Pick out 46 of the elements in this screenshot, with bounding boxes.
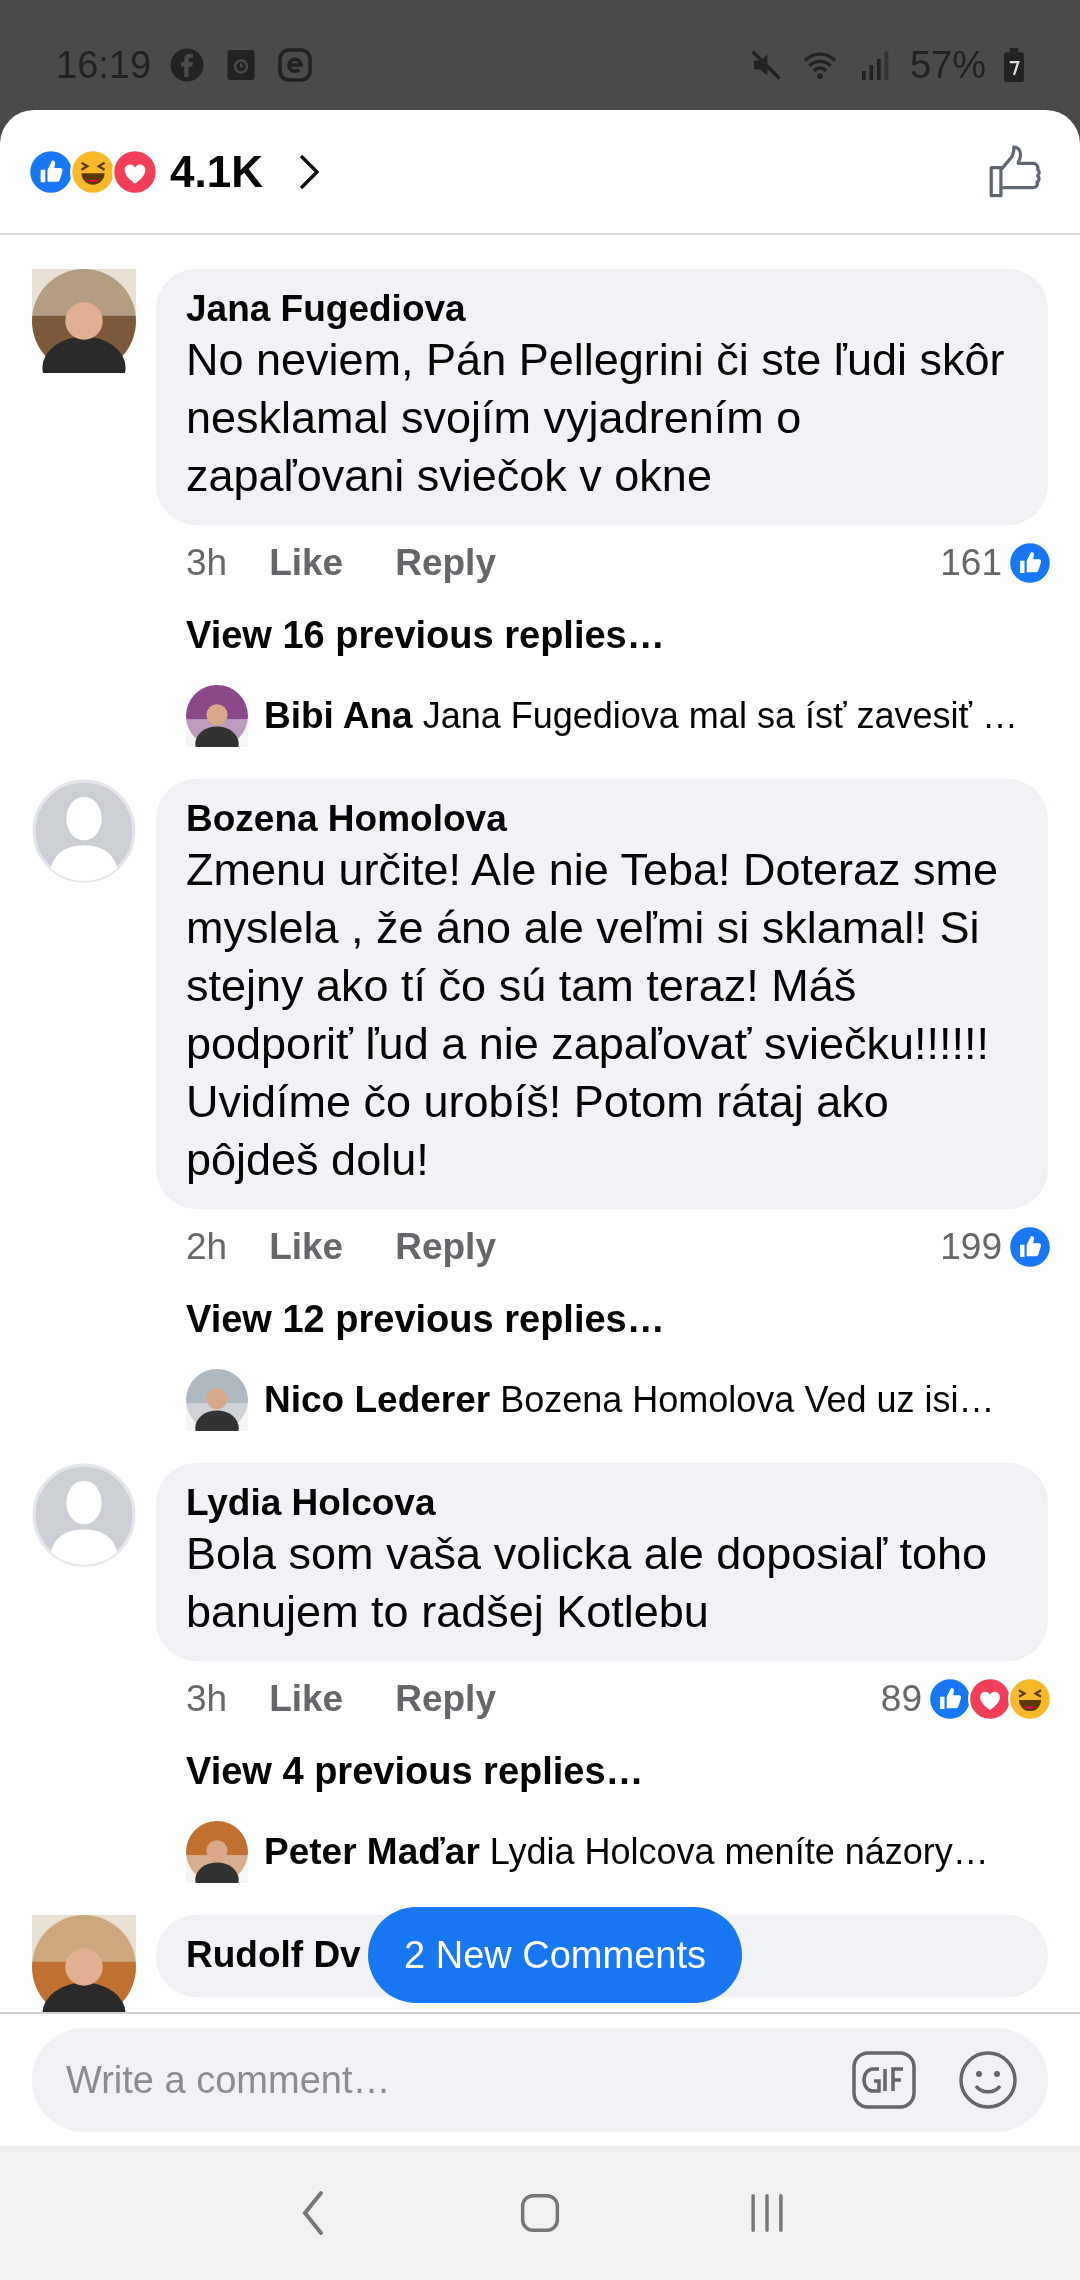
comment-time: 3h (186, 1678, 228, 1720)
comment-text: No neviem, Pán Pellegrini či ste ľudi skôr nesklamal svojím vyjadrením o zapaľovani sviečok v okne (186, 333, 1006, 503)
comment-time: 3h (186, 542, 228, 584)
emoji-icon[interactable] (958, 2050, 1018, 2110)
reply-preview[interactable]: Jana Fugediova mal sa ísť zavesiť … (422, 695, 1018, 737)
like-reaction-icon (28, 148, 74, 195)
like-link[interactable]: Like (269, 1678, 344, 1720)
like-reaction-icon (1008, 541, 1052, 585)
author-name[interactable]: Bozena Homolova (186, 797, 507, 841)
thumbs-up-icon[interactable] (988, 143, 1044, 200)
new-comments-button[interactable]: 2 New Comments (368, 1907, 742, 2003)
reply-author[interactable]: Peter Maďar (264, 1831, 480, 1873)
like-reaction-icon (928, 1677, 972, 1721)
reply-link[interactable]: Reply (395, 1226, 496, 1268)
like-link[interactable]: Like (269, 1226, 344, 1268)
author-name[interactable]: Jana Fugediova (186, 287, 466, 331)
view-replies-link[interactable]: View 16 previous replies… (156, 613, 665, 657)
reply-author[interactable]: Bibi Ana (264, 695, 413, 737)
comment-field[interactable]: Write a comment… (32, 2028, 1048, 2132)
facebook-icon (169, 47, 206, 83)
author-name[interactable]: Rudolf Dv (186, 1933, 361, 1977)
comment-text: Bola som vaša volicka ale doposiaľ toho banujem to radšej Kotlebu (186, 1527, 989, 1639)
reply-link[interactable]: Reply (395, 1678, 496, 1720)
reaction-count[interactable]: 161 (940, 542, 1002, 584)
author-name[interactable]: Lydia Holcova (186, 1481, 436, 1525)
comment-text: Zmenu určite! Ale nie Teba! Doteraz sme myslela , že áno ale veľmi si sklamal! Si stejny ako tí čo sú tam teraz! Máš podporiť ľud a nie zapaľovať sviečku!!!!!! Uvidíme čo urobíš! Potom rátaj ako pôjdeš dolu! (186, 843, 1000, 1187)
view-replies-link[interactable]: View 12 previous replies… (156, 1297, 665, 1341)
like-reaction-icon (1008, 1225, 1052, 1269)
reply-link[interactable]: Reply (395, 542, 496, 584)
heart-reaction-icon (112, 148, 158, 195)
reaction-count[interactable]: 89 (880, 1678, 922, 1720)
reply-author[interactable]: Nico Lederer (264, 1379, 491, 1421)
comment-input-field[interactable]: Write a comment… (64, 2057, 852, 2103)
reaction-count[interactable]: 199 (940, 1226, 1002, 1268)
battery-icon (1004, 48, 1024, 82)
heart-reaction-icon (968, 1677, 1012, 1721)
reply-preview[interactable]: Bozena Homolova Ved uz isi… (500, 1379, 995, 1421)
view-replies-link[interactable]: View 4 previous replies… (156, 1749, 644, 1793)
gif-icon[interactable] (852, 2051, 916, 2109)
e-app-icon (277, 47, 314, 83)
laughing-reaction-icon (70, 148, 116, 195)
like-link[interactable]: Like (269, 542, 344, 584)
reply-preview[interactable]: Lydia Holcova meníte názory… (489, 1831, 989, 1873)
comment-time: 2h (186, 1226, 228, 1268)
reaction-count[interactable]: 4.1K (170, 146, 263, 197)
laughing-reaction-icon (1008, 1677, 1052, 1721)
